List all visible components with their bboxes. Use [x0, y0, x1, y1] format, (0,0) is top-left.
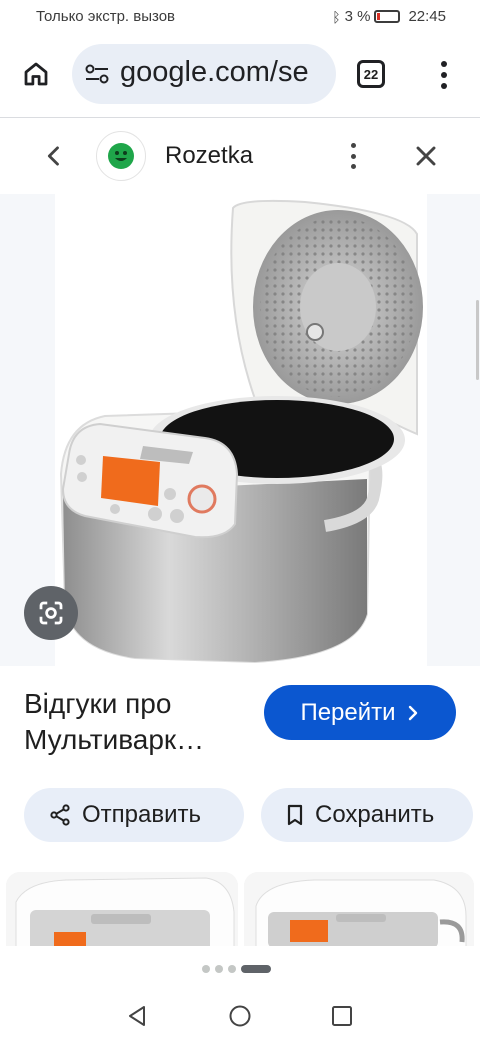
image-panel — [55, 194, 427, 666]
browser-toolbar: google.com/se 22 — [0, 34, 480, 118]
source-header: Rozetka — [0, 118, 480, 194]
pager-dot — [215, 965, 223, 973]
status-right: ᛒ 3 % 22:45 — [332, 8, 446, 25]
source-name[interactable]: Rozetka — [165, 142, 253, 170]
go-button-label: Перейти — [300, 698, 396, 726]
lens-icon — [39, 601, 63, 625]
address-bar[interactable]: google.com/se — [72, 44, 336, 104]
result-title-line2: Мультиварк… — [24, 724, 205, 755]
nav-recents-icon[interactable] — [330, 1004, 354, 1028]
battery-percent: 3 % — [344, 8, 371, 25]
related-multicooker-1 — [6, 872, 238, 952]
related-image-1[interactable] — [6, 872, 238, 952]
tab-switcher-button[interactable]: 22 — [357, 60, 385, 88]
share-button[interactable]: Отправить — [24, 788, 244, 842]
tune-icon[interactable] — [84, 62, 110, 86]
source-logo[interactable] — [96, 131, 146, 181]
more-vert-icon[interactable] — [432, 58, 456, 92]
lens-search-button[interactable] — [24, 586, 78, 640]
nav-home-icon[interactable] — [228, 1004, 252, 1028]
multicooker-image — [59, 199, 423, 664]
thumb-fade — [0, 946, 480, 982]
pager-dot-active — [241, 965, 271, 973]
result-title[interactable]: Відгуки про Мультиварк… — [24, 686, 254, 758]
pager-indicator — [202, 965, 271, 973]
result-title-line1: Відгуки про — [24, 688, 172, 719]
chevron-left-icon[interactable] — [40, 142, 68, 170]
bookmark-icon — [287, 804, 303, 826]
share-label: Отправить — [82, 801, 202, 828]
home-button[interactable] — [18, 56, 54, 92]
tab-count: 22 — [363, 66, 379, 82]
go-button[interactable]: Перейти — [264, 685, 456, 740]
system-nav-bar — [0, 982, 480, 1041]
share-icon — [50, 804, 70, 826]
nav-back-icon[interactable] — [126, 1004, 150, 1028]
battery-icon — [374, 10, 401, 23]
pager-dot — [228, 965, 236, 973]
home-icon — [24, 62, 48, 86]
url-text: google.com/se — [120, 56, 309, 88]
save-label: Сохранить — [315, 801, 435, 828]
carrier-text: Только экстр. вызов — [36, 8, 176, 25]
clock: 22:45 — [408, 8, 446, 25]
pager-dot — [202, 965, 210, 973]
rozetka-logo-icon — [108, 143, 134, 169]
related-multicooker-2 — [244, 872, 474, 952]
related-image-2[interactable] — [244, 872, 474, 952]
close-icon[interactable] — [410, 140, 442, 172]
scroll-indicator[interactable] — [476, 300, 479, 380]
source-more-icon[interactable] — [343, 140, 363, 172]
bluetooth-icon: ᛒ — [332, 8, 341, 25]
status-bar: Только экстр. вызов ᛒ 3 % 22:45 — [0, 0, 480, 34]
save-button[interactable]: Сохранить — [261, 788, 473, 842]
chevron-right-icon — [408, 705, 417, 720]
